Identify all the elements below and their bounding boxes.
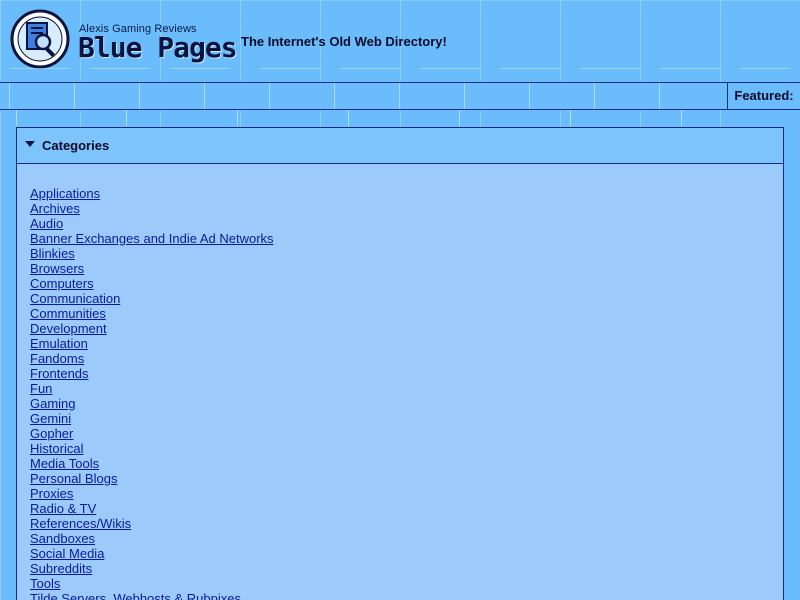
category-link[interactable]: Development	[30, 321, 107, 336]
category-link[interactable]: Communities	[30, 306, 106, 321]
category-link[interactable]: Historical	[30, 441, 83, 456]
list-item: Subreddits	[30, 561, 783, 576]
list-item: Communication	[30, 291, 783, 306]
categories-toggle[interactable]: Categories	[17, 128, 783, 164]
list-item: Fandoms	[30, 351, 783, 366]
category-link[interactable]: Applications	[30, 186, 100, 201]
caret-down-icon	[25, 141, 35, 147]
site-tagline: The Internet's Old Web Directory!	[241, 34, 447, 49]
categories-title: Categories	[42, 138, 110, 153]
featured-label: Featured:	[727, 83, 800, 109]
list-item: Gaming	[30, 396, 783, 411]
category-link[interactable]: Audio	[30, 216, 63, 231]
category-link[interactable]: Tilde Servers, Webhosts & Rubpixes	[30, 591, 241, 600]
list-item: Historical	[30, 441, 783, 456]
category-link[interactable]: Radio & TV	[30, 501, 96, 516]
category-link[interactable]: Fandoms	[30, 351, 84, 366]
category-link[interactable]: Gopher	[30, 426, 73, 441]
category-link[interactable]: Sandboxes	[30, 531, 95, 546]
brand-title[interactable]: Blue Pages	[78, 31, 238, 64]
categories-panel: Categories Applications Archives Audio B…	[16, 127, 784, 600]
nav-divider	[464, 83, 465, 109]
site-header: Alexis Gaming Reviews Blue Pages The Int…	[0, 0, 800, 82]
category-link[interactable]: Subreddits	[30, 561, 92, 576]
nav-divider	[659, 83, 660, 109]
category-link[interactable]: Proxies	[30, 486, 73, 501]
category-link[interactable]: Media Tools	[30, 456, 99, 471]
list-item: Applications	[30, 186, 783, 201]
list-item: Social Media	[30, 546, 783, 561]
page: Alexis Gaming Reviews Blue Pages The Int…	[0, 0, 800, 600]
nav-divider	[334, 83, 335, 109]
list-item: Communities	[30, 306, 783, 321]
nav-divider	[74, 83, 75, 109]
list-item: Gemini	[30, 411, 783, 426]
nav-divider	[529, 83, 530, 109]
list-item: Radio & TV	[30, 501, 783, 516]
category-link[interactable]: Social Media	[30, 546, 104, 561]
list-item: Personal Blogs	[30, 471, 783, 486]
category-link[interactable]: Banner Exchanges and Indie Ad Networks	[30, 231, 274, 246]
nav-divider	[399, 83, 400, 109]
sub-nav-decor	[0, 110, 800, 126]
category-link[interactable]: Fun	[30, 381, 52, 396]
list-item: Gopher	[30, 426, 783, 441]
header-decor	[0, 66, 800, 82]
category-link[interactable]: Archives	[30, 201, 80, 216]
list-item: Tools	[30, 576, 783, 591]
nav-divider	[269, 83, 270, 109]
list-item: References/Wikis	[30, 516, 783, 531]
category-link[interactable]: Gemini	[30, 411, 71, 426]
nav-divider	[204, 83, 205, 109]
category-link[interactable]: References/Wikis	[30, 516, 131, 531]
category-link[interactable]: Computers	[30, 276, 94, 291]
list-item: Fun	[30, 381, 783, 396]
category-link[interactable]: Tools	[30, 576, 60, 591]
category-link[interactable]: Personal Blogs	[30, 471, 117, 486]
list-item: Blinkies	[30, 246, 783, 261]
category-link[interactable]: Communication	[30, 291, 120, 306]
category-link[interactable]: Emulation	[30, 336, 88, 351]
list-item: Audio	[30, 216, 783, 231]
category-link[interactable]: Blinkies	[30, 246, 75, 261]
list-item: Proxies	[30, 486, 783, 501]
list-item: Computers	[30, 276, 783, 291]
list-item: Banner Exchanges and Indie Ad Networks	[30, 231, 783, 246]
nav-divider	[9, 83, 10, 109]
category-link[interactable]: Browsers	[30, 261, 84, 276]
category-list: Applications Archives Audio Banner Excha…	[17, 164, 783, 600]
list-item: Media Tools	[30, 456, 783, 471]
list-item: Tilde Servers, Webhosts & Rubpixes	[30, 591, 783, 600]
nav-bar: Featured:	[0, 82, 800, 110]
category-link[interactable]: Gaming	[30, 396, 76, 411]
category-link[interactable]: Frontends	[30, 366, 89, 381]
list-item: Sandboxes	[30, 531, 783, 546]
list-item: Emulation	[30, 336, 783, 351]
list-item: Frontends	[30, 366, 783, 381]
list-item: Browsers	[30, 261, 783, 276]
list-item: Development	[30, 321, 783, 336]
magnifier-book-icon[interactable]	[10, 9, 70, 69]
list-item: Archives	[30, 201, 783, 216]
nav-divider	[139, 83, 140, 109]
nav-divider	[594, 83, 595, 109]
